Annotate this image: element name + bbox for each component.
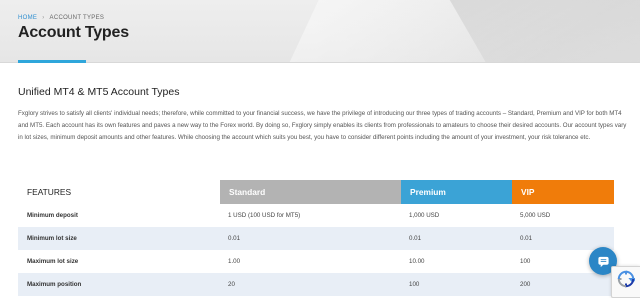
header-standard: Standard	[220, 180, 401, 204]
table-row: Minimum deposit 1 USD (100 USD for MT5) …	[18, 204, 614, 227]
header-features: FEATURES	[27, 187, 72, 197]
table-row: Minimum lot size 0.01 0.01 0.01	[18, 227, 614, 250]
breadcrumb-current: ACCOUNT TYPES	[49, 15, 105, 21]
recaptcha-icon	[617, 270, 635, 288]
standard-value: 0.01	[228, 235, 241, 242]
header-vip: VIP	[512, 180, 614, 204]
vip-value: 5,000 USD	[520, 212, 551, 219]
breadcrumb: HOME › ACCOUNT TYPES	[18, 15, 104, 21]
header-premium: Premium	[401, 180, 512, 204]
header-divider	[0, 62, 640, 63]
table-row: Maximum position 20 100 200	[18, 273, 614, 296]
premium-value: 0.01	[409, 235, 422, 242]
vip-value: 200	[520, 281, 531, 288]
premium-value: 100	[409, 281, 420, 288]
title-underline	[18, 60, 86, 63]
feature-label: Maximum lot size	[27, 258, 79, 265]
table-header-row: FEATURES Standard Premium VIP	[18, 180, 614, 204]
breadcrumb-home-link[interactable]: HOME	[18, 15, 37, 21]
standard-value: 20	[228, 281, 235, 288]
feature-label: Minimum lot size	[27, 235, 77, 242]
standard-value: 1 USD (100 USD for MT5)	[228, 212, 301, 219]
feature-label: Minimum deposit	[27, 212, 78, 219]
standard-value: 1.00	[228, 258, 241, 265]
premium-value: 1,000 USD	[409, 212, 440, 219]
page-header: HOME › ACCOUNT TYPES Account Types	[0, 0, 640, 62]
account-types-table: FEATURES Standard Premium VIP Minimum de…	[18, 180, 614, 296]
section-heading: Unified MT4 & MT5 Account Types	[18, 86, 180, 98]
feature-label: Maximum position	[27, 281, 82, 288]
recaptcha-badge[interactable]	[611, 266, 640, 298]
breadcrumb-separator: ›	[42, 15, 45, 21]
intro-paragraph: Fxglory strives to satisfy all clients' …	[18, 110, 627, 141]
premium-value: 10.00	[409, 258, 425, 265]
chat-bubble-icon	[597, 256, 609, 267]
page-title: Account Types	[18, 24, 129, 41]
table-row: Maximum lot size 1.00 10.00 100	[18, 250, 614, 273]
